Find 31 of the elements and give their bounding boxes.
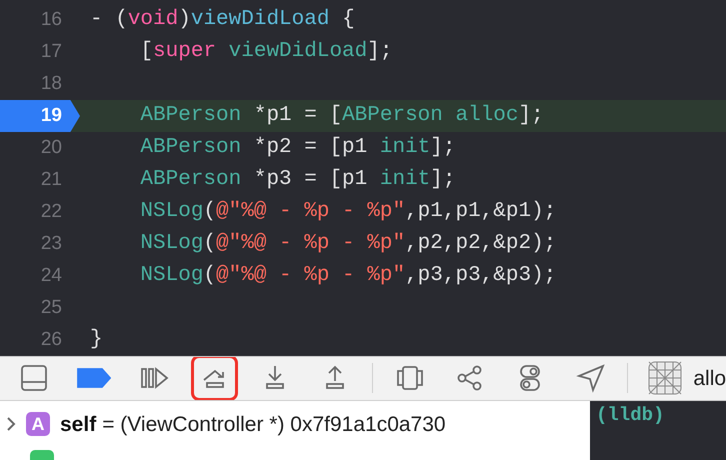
code-line: }	[90, 327, 103, 353]
type-badge	[30, 450, 54, 460]
console-prompt: (lldb)	[596, 404, 664, 426]
line-number: 23	[40, 232, 63, 256]
code-line: NSLog(@"%@ - %p - %p",p1,p1,&p1);	[139, 199, 556, 225]
line-number: 18	[40, 72, 63, 96]
grid-icon	[648, 361, 682, 396]
line-number: 20	[40, 136, 63, 160]
type-badge: A	[26, 412, 50, 436]
line-number: 22	[40, 200, 63, 224]
location-arrow-icon	[576, 363, 606, 394]
variable-value: = (ViewController *) 0x7f91a1c0a730	[102, 412, 446, 438]
breakpoint-icon	[77, 367, 112, 390]
panel-toggle-icon	[18, 363, 49, 394]
line-number: 17	[40, 40, 63, 64]
code-line: ABPerson *p1 = [ABPerson alloc];	[139, 103, 544, 129]
line-number: 19	[0, 100, 80, 132]
chevron-right-icon[interactable]	[6, 416, 16, 432]
line-number: 16	[40, 8, 63, 32]
code-line: NSLog(@"%@ - %p - %p",p2,p2,&p2);	[139, 231, 556, 257]
variable-name: self	[60, 412, 96, 438]
code-line: - (void)viewDidLoad {	[90, 7, 355, 33]
code-line: [super viewDidLoad];	[139, 39, 392, 65]
line-number: 21	[40, 168, 63, 192]
line-number: 26	[40, 328, 63, 352]
line-number: 25	[40, 296, 63, 320]
frame-label: allo	[693, 366, 726, 392]
code-line: NSLog(@"%@ - %p - %p",p3,p3,&p3);	[139, 263, 556, 289]
code-line: ABPerson *p3 = [p1 init];	[139, 167, 456, 193]
line-number: 24	[40, 264, 63, 288]
code-line: ABPerson *p2 = [p1 init];	[139, 135, 456, 161]
